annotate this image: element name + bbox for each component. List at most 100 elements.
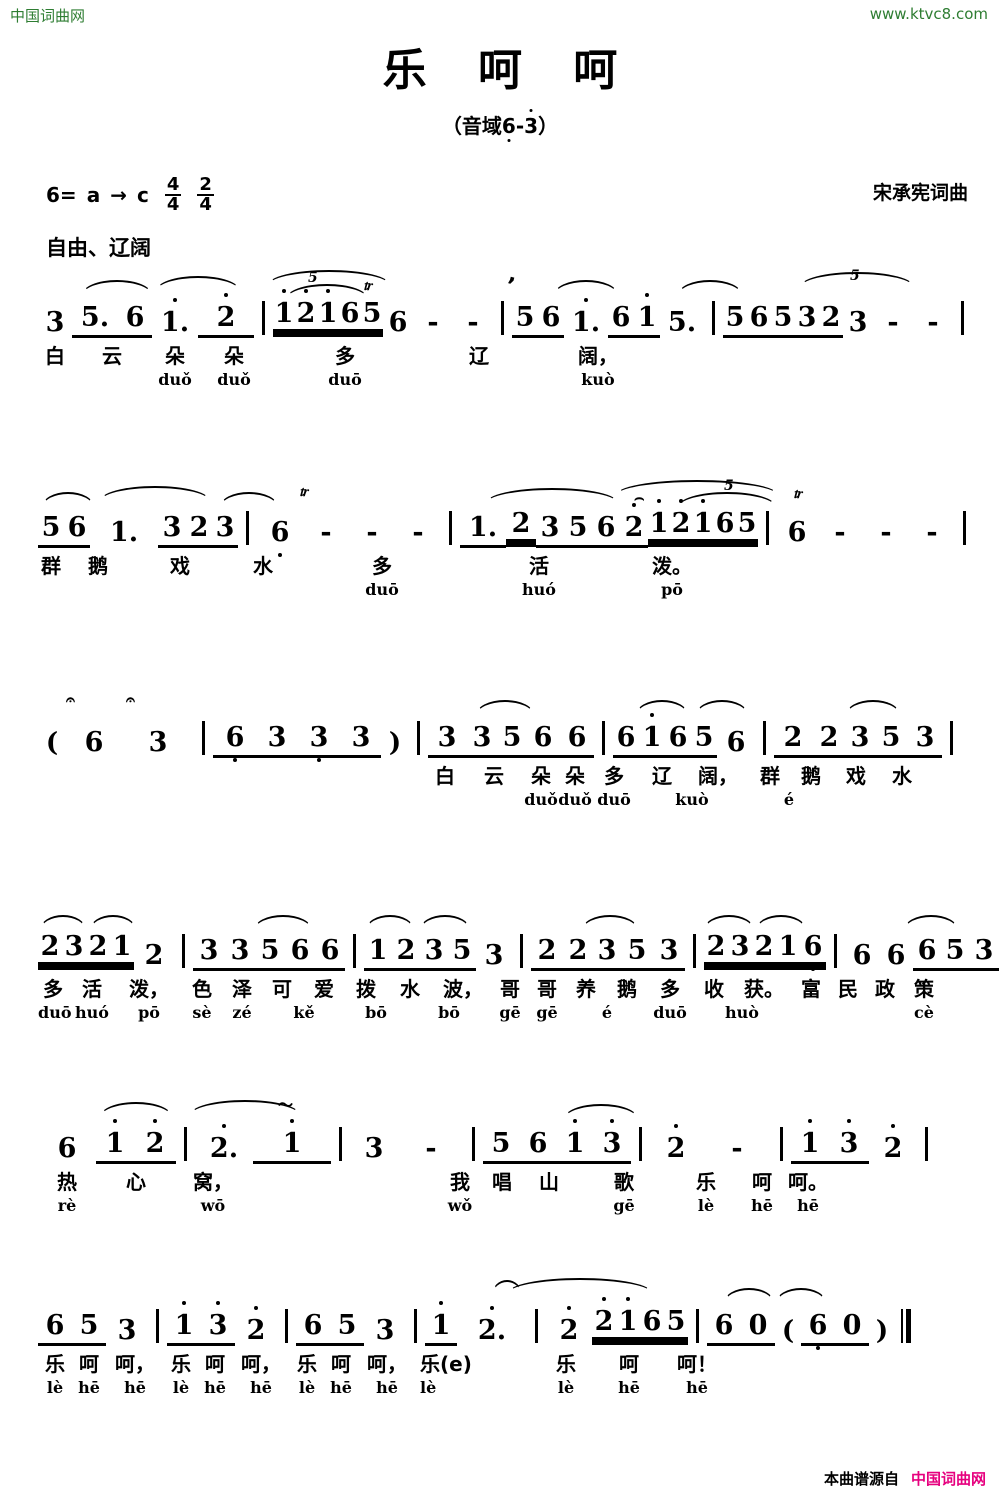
barline xyxy=(202,721,205,755)
barline xyxy=(285,1309,288,1343)
lyric: 获。 xyxy=(744,977,784,1001)
note: 3 xyxy=(199,935,219,966)
note: 1 xyxy=(282,1128,302,1159)
barline xyxy=(184,1127,187,1161)
slur xyxy=(90,915,136,930)
vocal-range-subtitle: （音域6-3） xyxy=(0,110,1000,139)
barline xyxy=(353,934,356,968)
pinyin: hē xyxy=(797,1196,819,1215)
note: 5 xyxy=(260,935,280,966)
trill-icon: 𝆖 xyxy=(364,276,373,294)
note: 6 xyxy=(715,508,735,539)
lyric: 呵 xyxy=(619,1352,639,1376)
pinyin: bō xyxy=(365,1003,387,1022)
key-signature: 6= a → c 4 4 2 4 xyxy=(46,176,214,214)
note-row-5: 6 1 2 2. 1 3 - 5 6 1 3 2 - 1 3 2 〜 xyxy=(38,1096,968,1164)
lyric: 呵， xyxy=(241,1352,281,1376)
pinyin: hē xyxy=(250,1378,272,1397)
pinyin: hē xyxy=(686,1378,708,1397)
note: 2 xyxy=(819,722,839,753)
lyric: 泽 xyxy=(232,977,252,1001)
note: 6 xyxy=(340,298,360,329)
pinyin: hē xyxy=(618,1378,640,1397)
slur xyxy=(100,486,210,501)
lyric: 多 xyxy=(660,977,680,1001)
sustain-dash: - xyxy=(412,517,424,548)
pinyin: wǒ xyxy=(447,1196,473,1215)
lyric: 鹅 xyxy=(801,764,821,788)
barline xyxy=(696,1309,699,1343)
sustain-dash: - xyxy=(926,517,938,548)
pinyin: hē xyxy=(204,1378,226,1397)
note: 5. xyxy=(80,302,110,333)
note-row-3: ( 6 3 6 3 3 3 ) 3 3 5 6 6 6 1 6 5 6 2 2 … xyxy=(38,690,968,758)
lyric-row-3: 白 云 朵 朵 多 辽 阔， 群 鹅 戏 水 xyxy=(38,760,968,790)
note: 1 xyxy=(368,935,388,966)
note: 1 xyxy=(105,1128,125,1159)
lyric: 心 xyxy=(126,1170,146,1194)
note: 2 xyxy=(88,931,108,962)
note: 2 xyxy=(624,512,644,543)
note: 5 xyxy=(568,512,588,543)
note: 5 xyxy=(41,512,61,543)
lyric: 鹅 xyxy=(617,977,637,1001)
barline xyxy=(961,301,964,335)
lyric: 呵 xyxy=(331,1352,351,1376)
note: 2 xyxy=(594,1306,614,1337)
lyric: 云 xyxy=(484,764,504,788)
note: 6 xyxy=(270,517,290,548)
barline xyxy=(780,1127,783,1161)
note: 3 xyxy=(364,1133,384,1164)
pinyin: duǒ xyxy=(524,790,558,809)
lyric: 爱 xyxy=(314,977,334,1001)
note: 6 xyxy=(726,727,746,758)
note: 3 xyxy=(437,722,457,753)
lyric: 策 xyxy=(914,977,934,1001)
lyric: 阔， xyxy=(578,344,618,368)
pinyin: duō xyxy=(597,790,631,809)
pinyin: gē xyxy=(613,1196,635,1215)
note: 3 xyxy=(974,935,994,966)
lyric-row-6: 乐 呵 呵， 乐 呵 呵， 乐 呵 呵， 乐(e) 乐 呵 呵！ xyxy=(38,1348,968,1378)
note: 2 xyxy=(537,935,557,966)
barline xyxy=(417,721,420,755)
note: 3 xyxy=(540,512,560,543)
lyric: 歌 xyxy=(614,1170,634,1194)
note: 3 xyxy=(597,935,617,966)
note: 6 xyxy=(84,727,104,758)
lyric: 戏 xyxy=(846,764,866,788)
lyric: 拨 xyxy=(356,977,376,1001)
close-paren: ) xyxy=(388,728,402,758)
lyric-row-1: 白 云 朵 朵 多 辽 阔， xyxy=(38,340,968,370)
lyric: 乐 xyxy=(45,1352,65,1376)
note: 6 xyxy=(803,931,823,962)
staff-line-4: 2 3 2 1 2 3 3 5 6 6 1 2 3 5 3 2 2 3 5 3 … xyxy=(38,915,999,1027)
sustain-dash: - xyxy=(731,1133,743,1164)
note: 6 xyxy=(852,940,872,971)
note: 5 xyxy=(452,935,472,966)
note: 2 xyxy=(189,512,209,543)
site-header: 中国词曲网 www.ktvc8.com xyxy=(0,0,1000,26)
barline xyxy=(246,511,249,545)
lyric: 窝， xyxy=(193,1170,233,1194)
note: 6 xyxy=(616,722,636,753)
barline xyxy=(472,1127,475,1161)
note: 6 xyxy=(388,307,408,338)
pinyin: bō xyxy=(438,1003,460,1022)
lyric: 色 xyxy=(192,977,212,1001)
barline xyxy=(925,1127,928,1161)
note: 3 xyxy=(64,931,84,962)
lyric: 波， xyxy=(443,977,483,1001)
pinyin: duō xyxy=(653,1003,687,1022)
lyric: 唱 xyxy=(492,1170,512,1194)
pinyin: lè xyxy=(697,1196,715,1215)
note: 6 xyxy=(787,517,807,548)
note: 6 xyxy=(125,302,145,333)
note: 2. xyxy=(209,1133,239,1164)
barline xyxy=(339,1127,342,1161)
pinyin-row-6: lè hē hē lè hē hē lè hē hē lè lè hē hē xyxy=(38,1378,968,1402)
note: 1. xyxy=(571,307,601,338)
note: 2 xyxy=(783,722,803,753)
note: 2 xyxy=(296,298,316,329)
pinyin: hē xyxy=(124,1378,146,1397)
